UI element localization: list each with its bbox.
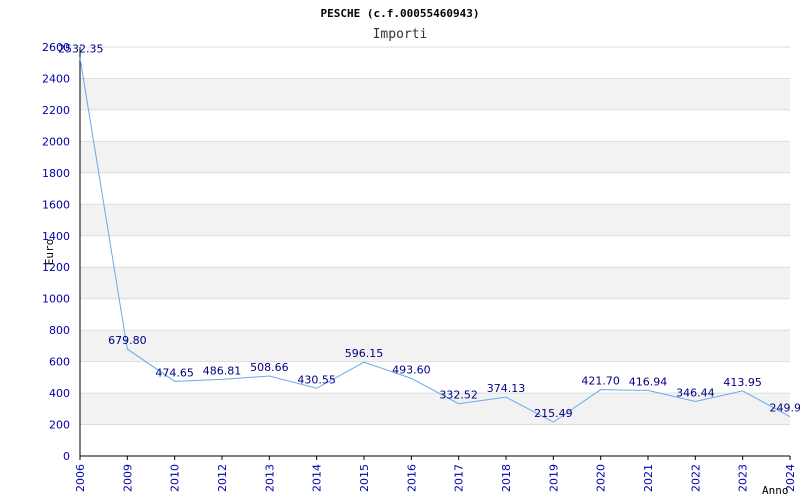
x-tick-label: 2023 [737,464,750,492]
data-label: 679.80 [108,334,147,347]
y-tick-label: 1000 [42,293,70,306]
x-tick-label: 2020 [595,464,608,492]
data-label: 332.52 [439,389,478,402]
data-label: 596.15 [345,347,384,360]
y-tick-label: 2400 [42,72,70,85]
x-tick-label: 2006 [74,464,87,492]
y-tick-label: 600 [49,356,70,369]
x-tick-label: 2016 [405,464,418,492]
x-tick-label: 2019 [547,464,560,492]
y-tick-label: 1600 [42,198,70,211]
x-tick-label: 2012 [216,464,229,492]
grid-band [80,204,790,236]
y-tick-label: 800 [49,324,70,337]
grid-band [80,330,790,362]
y-tick-label: 2200 [42,104,70,117]
y-tick-label: 200 [49,419,70,432]
data-label: 2532.35 [58,43,104,56]
data-label: 430.55 [297,373,336,386]
y-axis-label: Euro [43,239,56,266]
x-axis-label: Anno [762,484,789,497]
x-axis-ticks: 2006 2009 2010 2012 2013 2014 2015 2016 2017 2018… [74,456,797,492]
x-tick-label: 2010 [169,464,182,492]
data-label: 421.70 [581,375,620,388]
x-tick-label: 2022 [689,464,702,492]
grid-band [80,141,790,173]
y-tick-label: 400 [49,387,70,400]
chart-title: PESCHE (c.f.00055460943) [321,7,480,20]
y-tick-label: 0 [63,450,70,463]
x-tick-label: 2017 [453,464,466,492]
line-chart: 0200400600800100012001400160018002000220… [42,7,800,497]
x-tick-label: 2018 [500,464,513,492]
data-label: 413.95 [723,376,762,389]
data-label: 486.81 [203,364,242,377]
x-tick-label: 2009 [121,464,134,492]
grid-band [80,78,790,110]
data-label: 374.13 [487,382,526,395]
data-label: 215.49 [534,407,573,420]
x-tick-label: 2014 [311,464,324,492]
x-tick-label: 2015 [358,464,371,492]
grid-band [80,267,790,299]
data-label: 508.66 [250,361,289,374]
x-tick-label: 2021 [642,464,655,492]
data-label: 249.9 [770,402,800,415]
data-label: 474.65 [155,366,194,379]
data-label: 346.44 [676,387,715,400]
chart-subtitle: Importi [373,27,428,42]
data-label: 416.94 [629,375,668,388]
data-label: 493.60 [392,363,431,376]
x-tick-label: 2013 [263,464,276,492]
y-tick-label: 2000 [42,135,70,148]
y-tick-label: 1800 [42,167,70,180]
